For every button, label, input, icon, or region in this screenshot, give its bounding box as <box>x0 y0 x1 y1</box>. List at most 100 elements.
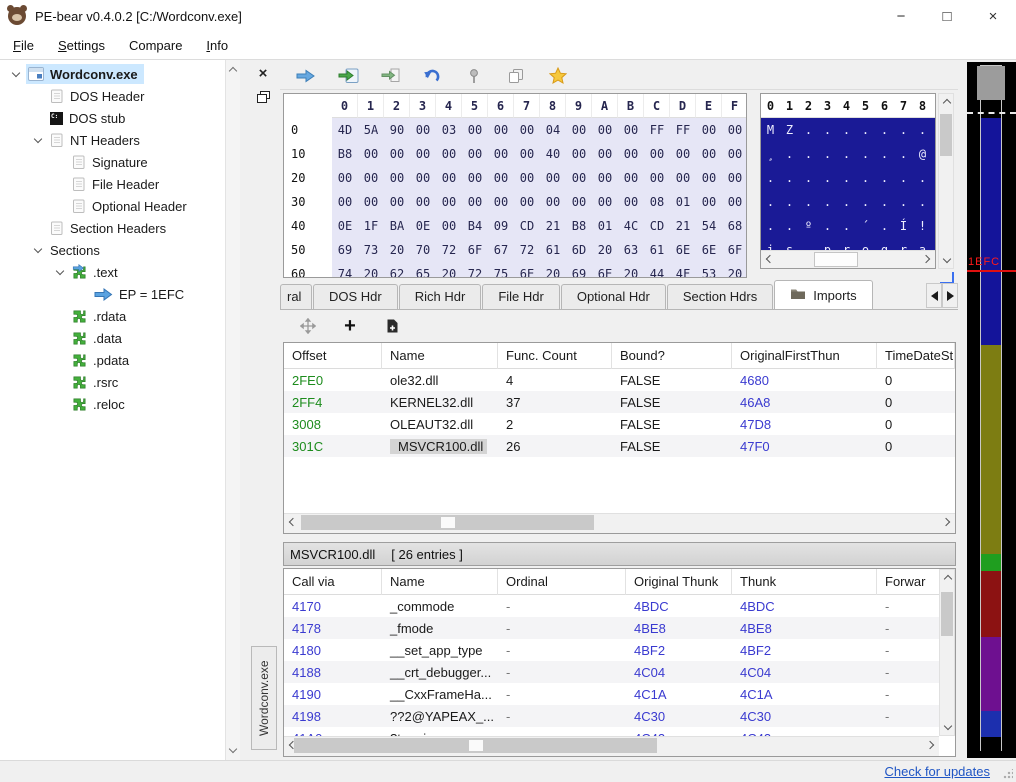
cell-name[interactable]: __set_app_type <box>382 643 498 658</box>
hex-byte[interactable]: 00 <box>696 190 722 214</box>
hex-byte[interactable]: 00 <box>566 166 592 190</box>
ascii-char[interactable]: . <box>913 166 932 190</box>
cell-timedatest[interactable]: 0 <box>877 395 955 410</box>
ascii-preview-pane[interactable]: 0123456789 MZ........¸.......@..........… <box>760 93 936 269</box>
hex-byte[interactable]: 00 <box>462 166 488 190</box>
tree-item-dos-header[interactable]: DOS Header <box>0 85 225 107</box>
check-updates-link[interactable]: Check for updates <box>884 764 990 779</box>
hex-byte[interactable]: 61 <box>644 238 670 262</box>
hex-byte[interactable]: 00 <box>410 190 436 214</box>
hex-byte[interactable]: 20 <box>436 262 462 277</box>
ascii-char[interactable]: r <box>894 238 913 250</box>
hex-byte[interactable]: 61 <box>540 238 566 262</box>
cell-original-thunk[interactable]: 4C04 <box>626 665 732 680</box>
hex-byte[interactable]: 69 <box>566 262 592 277</box>
hex-byte[interactable]: 5A <box>358 118 384 142</box>
hex-byte[interactable]: 6E <box>592 262 618 277</box>
hex-byte[interactable]: 90 <box>384 118 410 142</box>
add-icon[interactable]: + <box>338 315 362 337</box>
hex-byte[interactable]: 00 <box>722 166 746 190</box>
table-row[interactable]: 4180 __set_app_type -4BF2 4BF2- <box>284 639 955 661</box>
hex-byte[interactable]: 08 <box>644 190 670 214</box>
cell-original-thunk[interactable]: 4BDC <box>626 599 732 614</box>
hex-byte[interactable]: 00 <box>358 142 384 166</box>
hex-byte[interactable]: 53 <box>696 262 722 277</box>
load-into-doc-icon[interactable] <box>378 65 402 87</box>
hex-byte[interactable]: 00 <box>618 190 644 214</box>
cell-original-thunk[interactable]: 4BE8 <box>626 621 732 636</box>
cell-name[interactable]: __crt_debugger... <box>382 665 498 680</box>
ascii-char[interactable]: . <box>932 142 935 166</box>
hex-byte[interactable]: 00 <box>618 166 644 190</box>
hex-byte[interactable]: CD <box>644 214 670 238</box>
imports-hscrollbar[interactable] <box>284 513 955 533</box>
hex-byte[interactable]: 54 <box>696 214 722 238</box>
hex-byte[interactable]: 00 <box>722 142 746 166</box>
ascii-char[interactable] <box>799 238 818 250</box>
hex-byte[interactable]: 01 <box>592 214 618 238</box>
hex-byte[interactable]: 00 <box>384 166 410 190</box>
hex-dump-table[interactable]: 0 1 2 3 4 5 6 7 8 9 A B C D E F 0 4D 5A 90 00 03 00 00 00 04 00 00 0… <box>283 93 747 278</box>
ascii-char[interactable]: i <box>761 238 780 250</box>
scroll-left-icon[interactable] <box>765 254 775 264</box>
cell-name[interactable]: KERNEL32.dll <box>382 395 498 410</box>
hex-byte[interactable]: 72 <box>514 238 540 262</box>
hex-byte[interactable]: 00 <box>566 142 592 166</box>
column-header-name[interactable]: Name <box>382 569 498 595</box>
hex-row[interactable]: 20 00 00 00 00 00 00 00 00 00 00 00 00 00 00 00 00 <box>284 166 746 190</box>
table-row[interactable]: 301C MSVCR100.dll 26 FALSE 47F0 0 <box>284 435 955 457</box>
ascii-char[interactable]: º <box>799 214 818 238</box>
hex-byte[interactable]: 69 <box>332 238 358 262</box>
hex-byte[interactable]: 04 <box>540 118 566 142</box>
cell-ordinal[interactable]: - <box>498 665 626 680</box>
menu-compare[interactable]: Compare <box>120 34 191 57</box>
cell-bound[interactable]: FALSE <box>612 439 732 454</box>
ascii-char[interactable]: ! <box>913 214 932 238</box>
cell-ordinal[interactable]: - <box>498 599 626 614</box>
cell-call-via[interactable]: 4180 <box>284 643 382 658</box>
ascii-char[interactable]: . <box>913 118 932 142</box>
imports-table-header[interactable]: Offset Name Func. Count Bound? OriginalFirst… <box>284 343 955 369</box>
hex-byte[interactable]: B8 <box>332 142 358 166</box>
ascii-char[interactable]: . <box>932 190 935 214</box>
cell-ordinal[interactable]: - <box>498 621 626 636</box>
ascii-char[interactable]: . <box>875 118 894 142</box>
ascii-char[interactable]: . <box>818 190 837 214</box>
ascii-char[interactable]: . <box>780 166 799 190</box>
ascii-row[interactable]: MZ........ <box>761 118 935 142</box>
ascii-char[interactable]: . <box>932 118 935 142</box>
ascii-char[interactable]: r <box>837 238 856 250</box>
resize-grip[interactable] <box>1003 769 1013 779</box>
ascii-row[interactable]: is program <box>761 238 935 250</box>
hex-byte[interactable]: 03 <box>436 118 462 142</box>
column-header-ordinal[interactable]: Ordinal <box>498 569 626 595</box>
tree-item-rsrc[interactable]: .rsrc <box>0 371 225 393</box>
hex-byte[interactable]: 0E <box>332 214 358 238</box>
hex-byte[interactable]: 20 <box>384 238 410 262</box>
tree-item-nt-headers[interactable]: NT Headers <box>0 129 225 151</box>
ascii-char[interactable]: @ <box>913 142 932 166</box>
hex-byte[interactable]: 00 <box>436 166 462 190</box>
cell-func-count[interactable]: 2 <box>498 417 612 432</box>
cell-name[interactable]: _fmode <box>382 621 498 636</box>
hex-byte[interactable]: 20 <box>618 262 644 277</box>
ascii-char[interactable]: . <box>818 142 837 166</box>
menu-settings[interactable]: Settings <box>49 34 114 57</box>
scroll-right-icon[interactable] <box>921 254 931 264</box>
hex-byte[interactable]: 00 <box>488 142 514 166</box>
cell-thunk[interactable]: 4C04 <box>732 665 877 680</box>
tree-item-file-header[interactable]: File Header <box>0 173 225 195</box>
cell-bound[interactable]: FALSE <box>612 395 732 410</box>
hex-byte[interactable]: 75 <box>488 262 514 277</box>
hex-byte[interactable]: 00 <box>436 214 462 238</box>
cell-func-count[interactable]: 4 <box>498 373 612 388</box>
hex-row[interactable]: 0 4D 5A 90 00 03 00 00 00 04 00 00 00 FF FF 00 00 <box>284 118 746 142</box>
tab-ral[interactable]: ral <box>280 284 312 309</box>
table-row[interactable]: 4188 __crt_debugger... -4C04 4C04- <box>284 661 955 683</box>
ascii-char[interactable]: . <box>837 166 856 190</box>
tab-file-hdr[interactable]: File Hdr <box>482 284 560 309</box>
hex-byte[interactable]: 00 <box>644 166 670 190</box>
hex-byte[interactable]: 09 <box>488 214 514 238</box>
hex-byte[interactable]: 4F <box>670 262 696 277</box>
hex-byte[interactable]: 00 <box>488 118 514 142</box>
